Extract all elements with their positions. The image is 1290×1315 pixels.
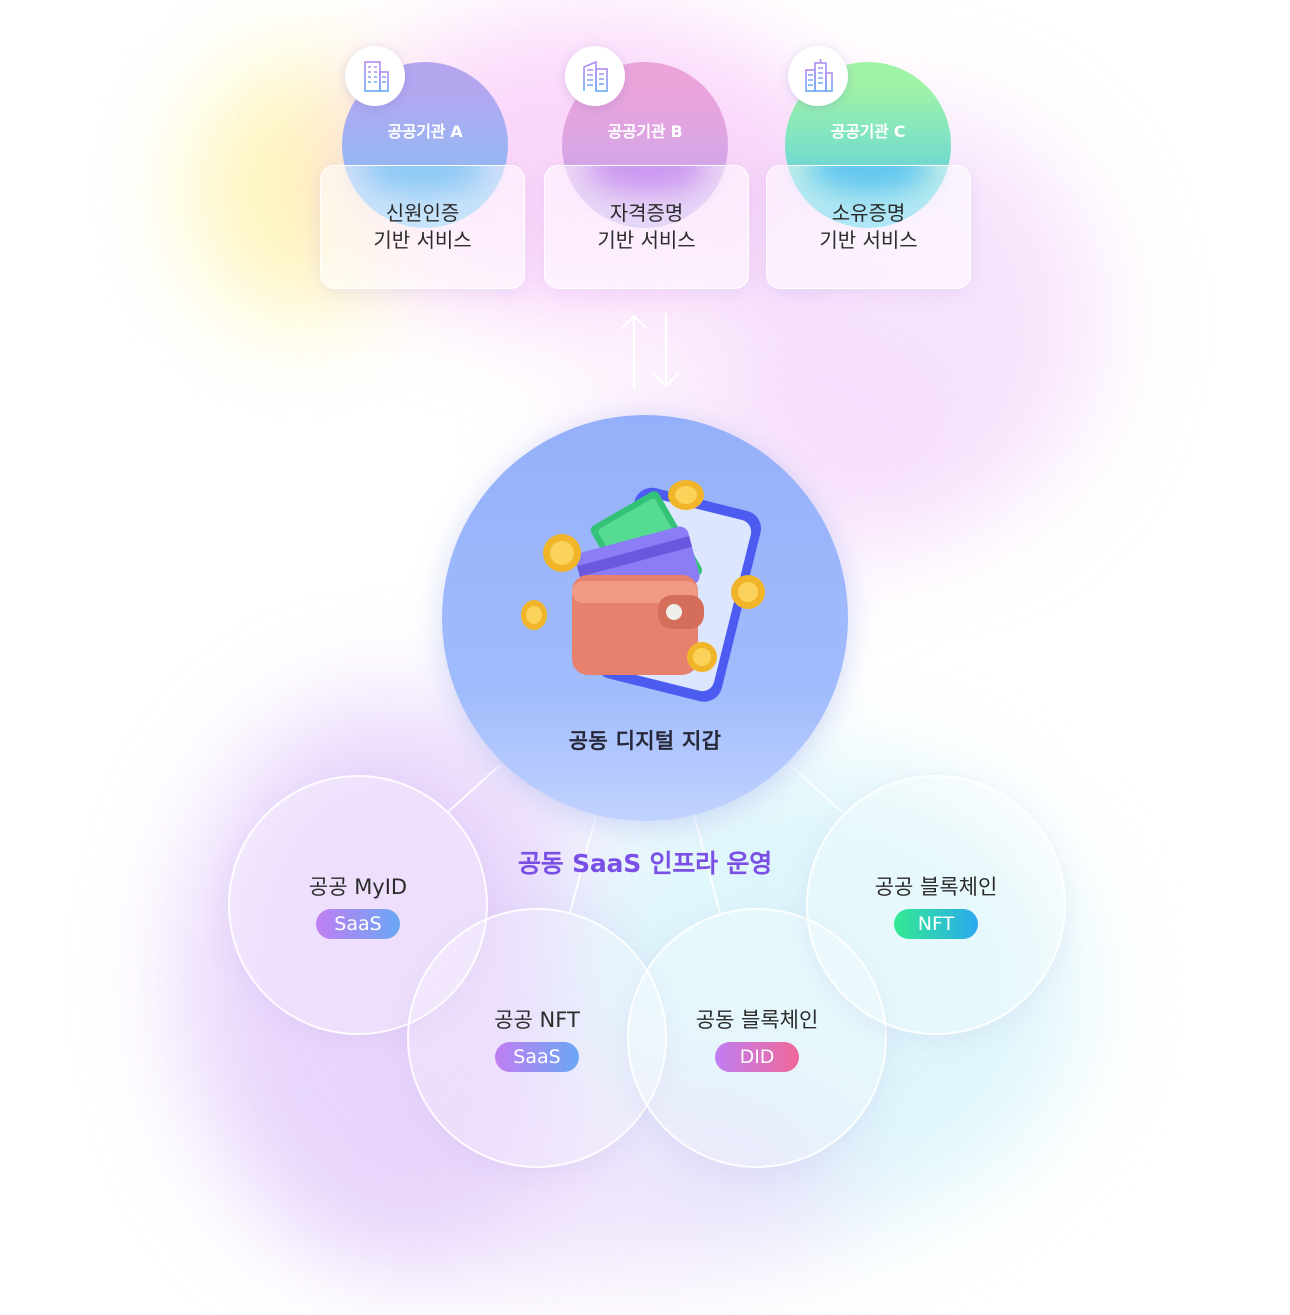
service-card-ownership: 소유증명 기반 서비스 [766,165,971,289]
wallet-icon [521,480,765,702]
service-name: 공공 블록체인 [874,875,998,899]
tag-badge: SaaS [316,909,400,939]
up-down-arrows-icon [620,312,680,390]
connector-line [789,764,843,813]
tag-badge: SaaS [495,1042,579,1072]
tag-badge: NFT [894,909,978,939]
service-card-identity: 신원인증 기반 서비스 [320,165,525,289]
infra-label: 공동 SaaS 인프라 운영 [517,849,773,878]
hub-title: 공동 디지털 지갑 [568,729,722,753]
service-card-credential: 자격증명 기반 서비스 [544,165,749,289]
service-card-line: 소유증명 [831,201,906,225]
building-icon [345,46,405,106]
building-icon [565,46,625,106]
service-circle-public-blockchain: 공공 블록체인 NFT [806,775,1066,1035]
service-card-line: 자격증명 [609,201,684,225]
service-name: 공공 NFT [494,1008,580,1032]
tag-badge: DID [715,1042,799,1072]
service-name: 공동 블록체인 [695,1008,819,1032]
digital-wallet-hub: 공동 디지털 지갑 [442,415,848,821]
service-card-line: 기반 서비스 [597,228,696,252]
service-card-line: 기반 서비스 [373,228,472,252]
service-name: 공공 MyID [308,875,408,899]
building-icon [788,46,848,106]
connector-line [447,764,501,813]
service-card-line: 신원인증 [385,201,460,225]
service-card-line: 기반 서비스 [819,228,918,252]
